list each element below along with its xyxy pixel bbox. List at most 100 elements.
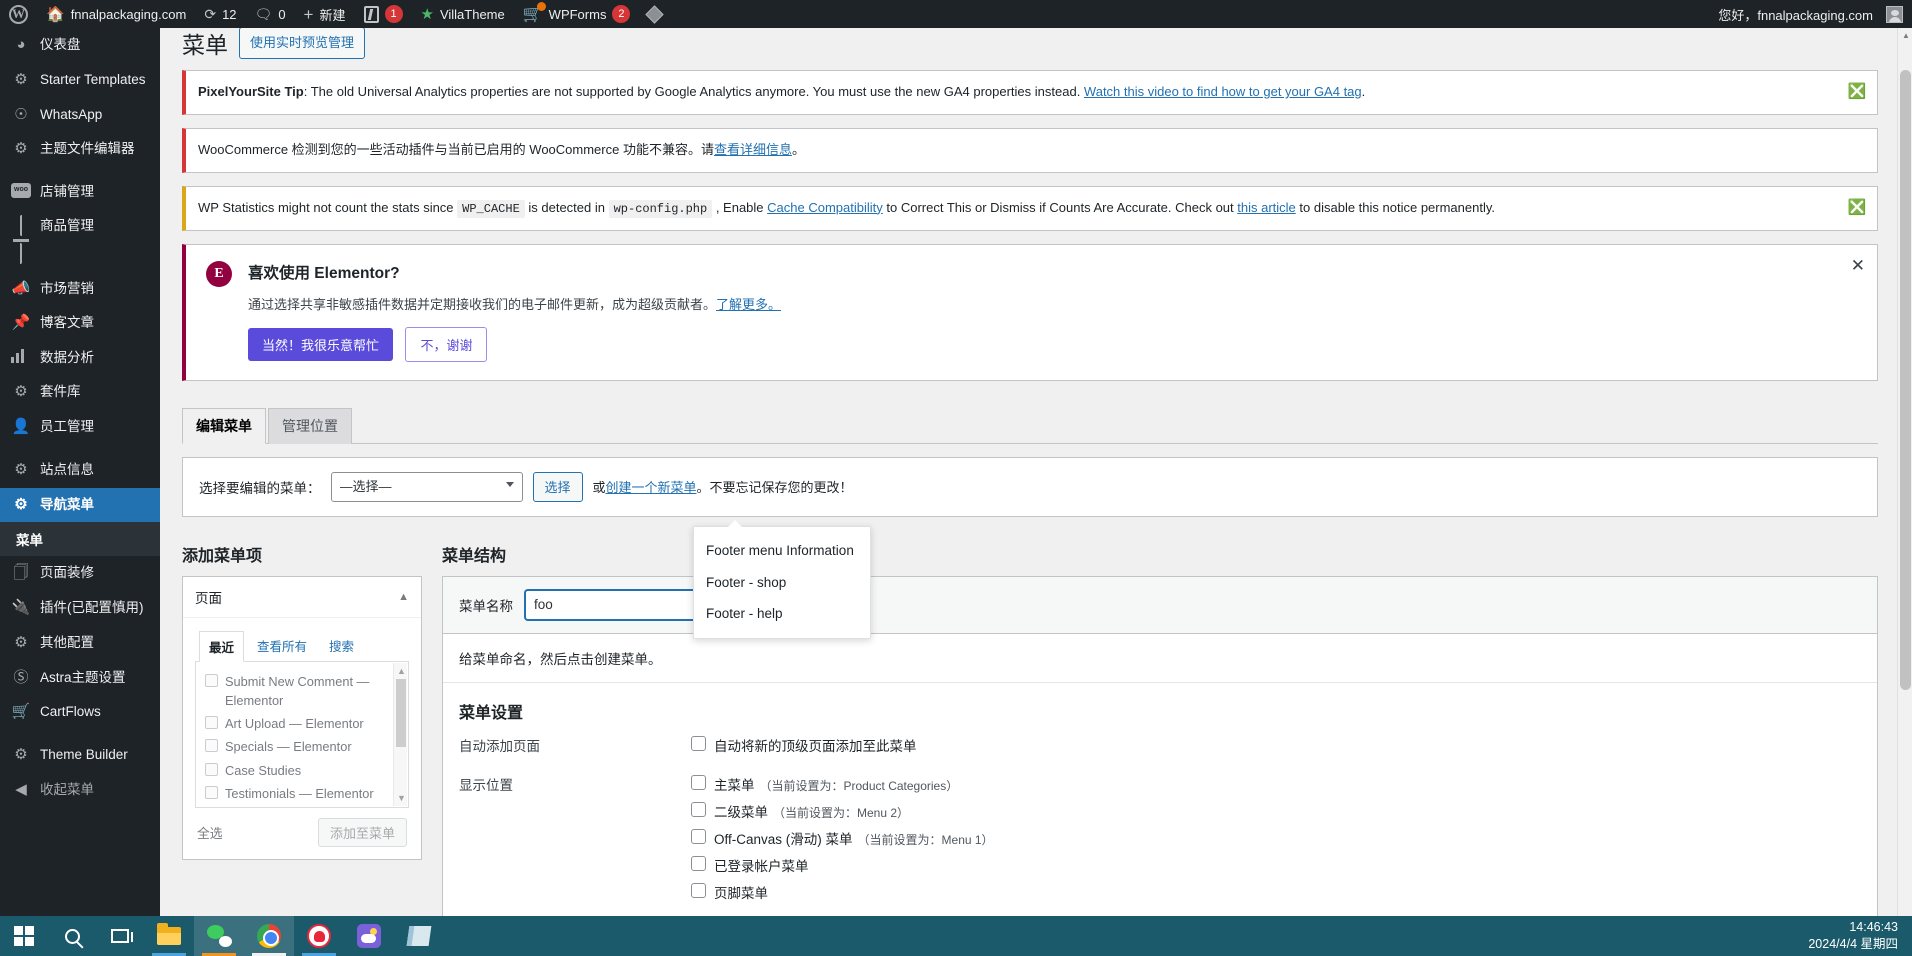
dismiss-icon[interactable]: ❎ [1847,198,1867,218]
sidebar-item-analytics[interactable]: 数据分析 [0,341,160,375]
sidebar-item-dashboard[interactable]: ◕ 仪表盘 [0,28,160,63]
tab-view-all[interactable]: 查看所有 [248,631,316,662]
sidebar-item-shop-management[interactable]: woo 店铺管理 [0,175,160,209]
sidebar-item-page-builder[interactable]: 🗍 页面装修 [0,556,160,591]
sidebar-item-plugins[interactable]: 🔌 插件(已配置慎用) [0,591,160,626]
location-offcanvas-menu[interactable]: Off-Canvas (滑动) 菜单 （当前设置为：Menu 1） [691,828,1861,848]
scroll-down-icon[interactable]: ▼ [397,793,406,803]
auto-add-checkbox-line[interactable]: 自动将新的顶级页面添加至此菜单 [691,735,1861,755]
location-checkbox[interactable] [691,855,706,871]
notice-link-this-article[interactable]: this article [1237,200,1296,215]
autocomplete-item[interactable]: Footer - shop [694,567,870,599]
elementor-learn-more-link[interactable]: 了解更多。 [716,297,781,312]
page-scrollbar-thumb[interactable] [1900,70,1911,690]
sidebar-submenu-menus[interactable]: 菜单 [0,522,160,557]
tab-manage-locations[interactable]: 管理位置 [268,407,352,444]
select-all-link[interactable]: 全选 [197,823,223,842]
sidebar-item-other-settings[interactable]: ⚙ 其他配置 [0,626,160,661]
taskbar-clock[interactable]: 14:46:43 2024/4/4 星期四 [1808,919,1912,954]
page-scrollbar[interactable]: ▲ ▼ [1897,28,1912,935]
menu-name-autocomplete[interactable]: Footer menu Information Footer - shop Fo… [693,520,871,639]
taskbar-app-red[interactable] [294,916,344,956]
autocomplete-item[interactable]: Footer menu Information [694,535,870,567]
taskbar-app-wechat[interactable] [194,916,244,956]
tab-edit-menus[interactable]: 编辑菜单 [182,407,266,444]
sidebar-item-posts[interactable]: 📌 博客文章 [0,306,160,341]
sidebar-item-marketing[interactable]: 📣 市场营销 [0,272,160,307]
chevron-up-icon[interactable]: ▲ [398,591,409,603]
sidebar-item-whatsapp[interactable]: ☉ WhatsApp [0,98,160,133]
location-checkbox[interactable] [691,828,706,844]
wp-logo-menu[interactable]: W [0,0,37,28]
close-icon[interactable]: ✕ [1851,257,1865,274]
location-account-menu[interactable]: 已登录帐户菜单 [691,855,1861,875]
scroll-up-icon[interactable]: ▲ [397,666,406,676]
diamond-menu[interactable] [639,0,670,28]
location-checkbox[interactable] [691,774,706,790]
list-item[interactable]: Testimonials — Elementor [205,782,399,805]
elementor-decline-button[interactable]: 不，谢谢 [405,326,488,362]
auto-add-checkbox[interactable] [691,735,706,751]
select-button[interactable]: 选择 [532,471,583,502]
select-menu-dropdown[interactable]: —选择— [330,471,523,502]
taskbar-app-notes[interactable] [394,916,444,956]
sidebar-item-staff[interactable]: 👤 员工管理 [0,410,160,445]
sidebar-item-cartflows[interactable]: 🛒 CartFlows [0,695,160,730]
account-menu[interactable]: 您好，fnnalpackaging.com [1709,0,1912,28]
dismiss-icon[interactable]: ❎ [1847,82,1867,102]
notice-link-cache-compat[interactable]: Cache Compatibility [767,200,883,215]
pages-list[interactable]: Submit New Comment — Elementor Art Uploa… [195,661,409,808]
sidebar-item-products[interactable]: 商品管理 [0,209,160,272]
page-checkbox[interactable] [205,785,218,799]
list-item[interactable]: Submit New Comment — Elementor [205,670,399,712]
start-button[interactable] [0,916,48,956]
page-checkbox[interactable] [205,716,218,730]
sidebar-item-collapse-menu[interactable]: ◀ 收起菜单 [0,773,160,808]
live-preview-button[interactable]: 使用实时预览管理 [239,28,366,59]
site-name-menu[interactable]: 🏠 fnnalpackaging.com [37,0,195,28]
taskbar-app-weather[interactable] [344,916,394,956]
yoast-menu[interactable]: 1 [355,0,412,28]
sidebar-item-navigation-menus[interactable]: ⚙ 导航菜单 [0,487,160,523]
task-view-button[interactable] [96,916,144,956]
list-item[interactable]: Our Value — Elementor [205,805,399,807]
tab-search[interactable]: 搜索 [320,631,363,662]
sidebar-item-theme-file-editor[interactable]: ⚙ 主题文件编辑器 [0,132,160,167]
notice-link[interactable]: Watch this video to find how to get your… [1084,84,1362,99]
list-item[interactable]: Specials — Elementor [205,735,399,758]
location-main-menu[interactable]: 主菜单 （当前设置为：Product Categories） [691,774,1861,794]
scroll-up-icon[interactable]: ▲ [1902,31,1910,40]
sidebar-item-kit-library[interactable]: ⚙ 套件库 [0,375,160,410]
page-checkbox[interactable] [205,762,218,776]
sidebar-item-site-info[interactable]: ⚙ 站点信息 [0,453,160,488]
taskbar-app-chrome[interactable] [244,916,294,956]
scrollbar-thumb[interactable] [396,678,406,747]
location-footer-menu[interactable]: 页脚菜单 [691,882,1861,902]
elementor-accept-button[interactable]: 当然！我很乐意帮忙 [248,327,394,361]
taskbar-app-file-explorer[interactable] [144,916,194,956]
updates-menu[interactable]: ⟳ 12 [195,0,245,28]
list-item[interactable]: Art Upload — Elementor [205,712,399,735]
add-to-menu-button[interactable]: 添加至菜单 [317,817,407,847]
location-secondary-menu[interactable]: 二级菜单 （当前设置为：Menu 2） [691,801,1861,821]
list-item[interactable]: Case Studies [205,759,399,782]
pages-postbox-header[interactable]: 页面 ▲ [183,577,421,618]
sidebar-item-astra-settings[interactable]: Ⓢ Astra主题设置 [0,661,160,696]
villatheme-menu[interactable]: ★ VillaTheme [412,0,514,28]
page-checkbox[interactable] [205,673,218,687]
taskbar-search-button[interactable] [48,916,96,956]
new-content-menu[interactable]: + 新建 [295,0,355,28]
location-checkbox[interactable] [691,882,706,898]
sidebar-item-theme-builder[interactable]: ⚙ Theme Builder [0,738,160,773]
page-checkbox[interactable] [205,739,218,753]
pages-list-scrollbar[interactable]: ▲ ▼ [393,662,407,806]
notice-link[interactable]: 查看详细信息 [714,142,792,157]
admin-sidebar[interactable]: ◕ 仪表盘 ⚙ Starter Templates ☉ WhatsApp ⚙ 主… [0,28,160,935]
autocomplete-item[interactable]: Footer - help [694,598,870,630]
location-checkbox[interactable] [691,801,706,817]
sidebar-item-starter-templates[interactable]: ⚙ Starter Templates [0,63,160,98]
wpforms-menu[interactable]: 🛒 WPForms 2 [514,0,640,28]
select-menu-dropdown-wrap[interactable]: —选择— [330,471,523,502]
comments-menu[interactable]: 🗨 0 [246,0,295,28]
create-new-menu-link[interactable]: 创建一个新菜单 [606,480,697,495]
